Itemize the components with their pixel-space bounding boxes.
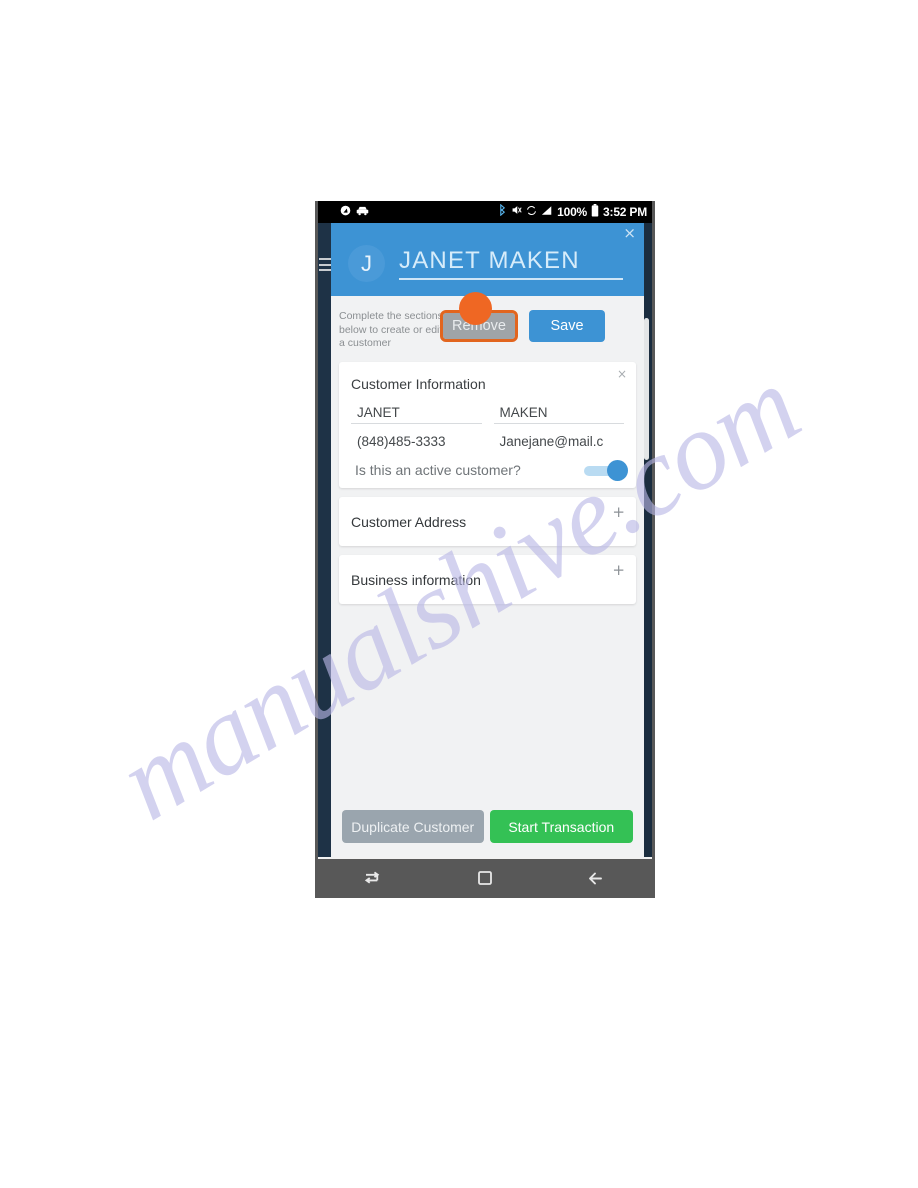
annotation-dot xyxy=(459,292,492,325)
status-bar: 100% 3:52 PM xyxy=(318,201,652,223)
phone-input[interactable]: (848)485-3333 xyxy=(351,434,482,452)
customer-name-field[interactable]: JANET MAKEN xyxy=(399,247,629,280)
hamburger-menu-icon[interactable] xyxy=(319,258,331,271)
business-information-card[interactable]: Business information + xyxy=(339,555,636,604)
clock-time: 3:52 PM xyxy=(603,205,647,219)
customer-address-title: Customer Address xyxy=(351,513,467,530)
compass-icon xyxy=(340,205,351,219)
expand-plus-icon[interactable]: + xyxy=(612,563,625,578)
contact-field-row: (848)485-3333 Janejane@mail.c xyxy=(351,434,624,452)
car-icon xyxy=(356,205,369,219)
close-icon[interactable]: × xyxy=(623,226,636,241)
helper-text: Complete the sections below to create or… xyxy=(339,310,443,349)
battery-full-icon xyxy=(591,203,599,221)
phone-frame: 100% 3:52 PM × J JANET MAKEN Complete th… xyxy=(315,201,655,898)
duplicate-customer-button[interactable]: Duplicate Customer xyxy=(342,810,484,843)
back-arrow-icon[interactable] xyxy=(577,866,615,890)
name-field-row: JANET MAKEN xyxy=(351,405,624,424)
collapse-icon[interactable]: × xyxy=(617,367,627,381)
business-information-title: Business information xyxy=(351,571,481,588)
battery-percent: 100% xyxy=(557,205,588,219)
signal-icon xyxy=(541,205,553,220)
app-header: × J JANET MAKEN xyxy=(331,223,644,296)
android-nav-bar xyxy=(318,857,652,897)
first-name-input[interactable]: JANET xyxy=(351,405,482,424)
avatar: J xyxy=(348,245,385,282)
mute-icon xyxy=(511,204,522,220)
customer-information-title: Customer Information xyxy=(351,376,486,392)
active-customer-row: Is this an active customer? xyxy=(351,459,628,481)
toggle-knob xyxy=(607,459,628,481)
customer-edit-panel: × J JANET MAKEN Complete the sections be… xyxy=(331,223,644,857)
home-icon[interactable] xyxy=(466,866,504,890)
bluetooth-icon xyxy=(498,203,507,220)
customer-name-text: JANET MAKEN xyxy=(399,247,580,274)
phone-screen-area: 100% 3:52 PM × J JANET MAKEN Complete th… xyxy=(318,201,652,897)
scrollbar-thumb[interactable] xyxy=(644,318,649,460)
last-name-input[interactable]: MAKEN xyxy=(493,405,624,424)
section-cards: × Customer Information JANET MAKEN (848)… xyxy=(331,362,644,604)
email-input[interactable]: Janejane@mail.c xyxy=(494,434,625,452)
sync-icon xyxy=(526,205,537,220)
save-button[interactable]: Save xyxy=(529,310,605,342)
status-bar-right: 100% 3:52 PM xyxy=(498,203,647,221)
customer-name-underline xyxy=(399,278,623,280)
active-customer-toggle[interactable] xyxy=(584,459,628,481)
app-screen: × J JANET MAKEN Complete the sections be… xyxy=(318,223,652,857)
action-row: Complete the sections below to create or… xyxy=(331,292,644,362)
status-bar-left-icons xyxy=(340,205,369,219)
nav-drawer-strip[interactable] xyxy=(318,223,331,857)
recent-apps-icon[interactable] xyxy=(355,866,393,890)
customer-address-card[interactable]: Customer Address + xyxy=(339,497,636,546)
scrollbar[interactable] xyxy=(644,223,649,857)
customer-information-card: × Customer Information JANET MAKEN (848)… xyxy=(339,362,636,488)
bottom-action-bar: Duplicate Customer Start Transaction xyxy=(331,810,644,843)
start-transaction-button[interactable]: Start Transaction xyxy=(489,810,633,843)
active-customer-label: Is this an active customer? xyxy=(355,462,521,478)
expand-plus-icon[interactable]: + xyxy=(612,505,625,520)
